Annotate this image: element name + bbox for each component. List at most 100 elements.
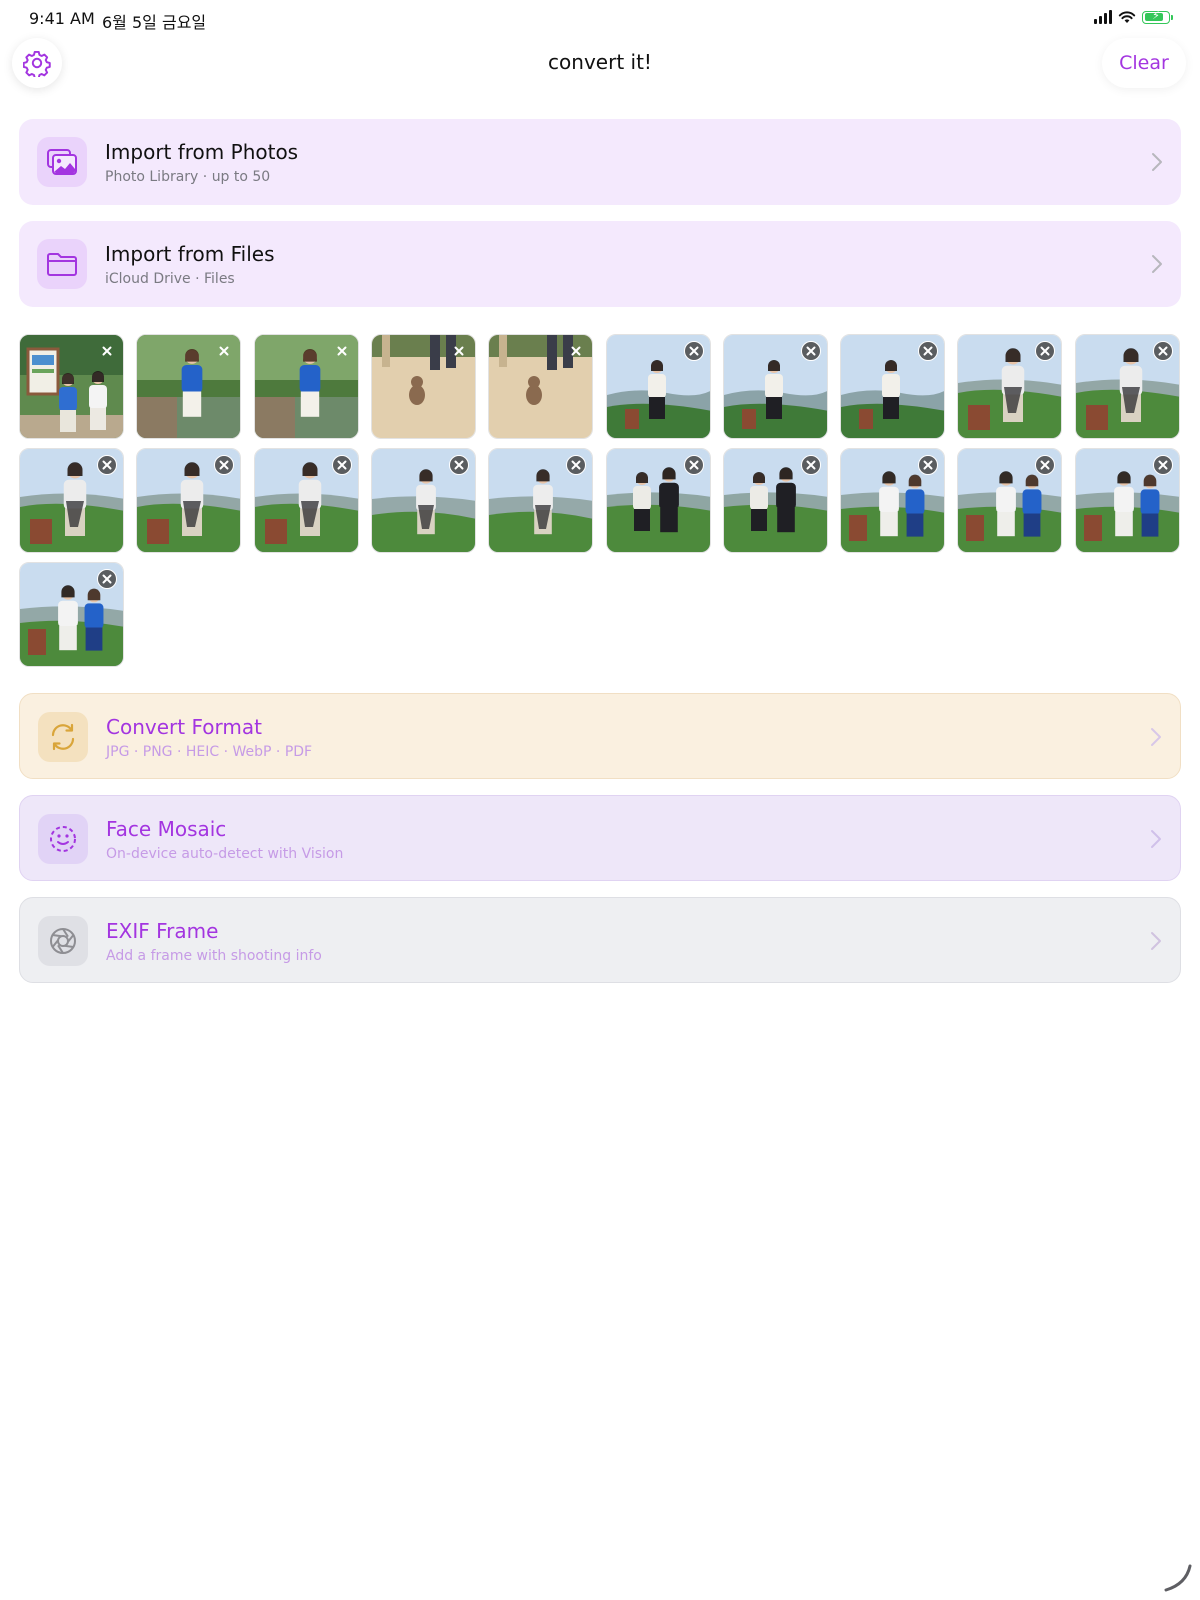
remove-photo-button[interactable] (918, 455, 938, 475)
convert-format-title: Convert Format (106, 715, 262, 739)
chevron-right-icon (1151, 932, 1161, 950)
photo-thumbnail[interactable] (371, 334, 476, 439)
photo-thumbnail[interactable] (840, 334, 945, 439)
remove-photo-button[interactable] (918, 341, 938, 361)
remove-photo-button[interactable] (97, 569, 117, 589)
close-icon (1040, 460, 1050, 470)
remove-photo-button[interactable] (1153, 341, 1173, 361)
face-mosaic-button[interactable]: Face Mosaic On-device auto-detect with V… (19, 795, 1181, 881)
convert-icon-box (38, 712, 88, 762)
photo-thumbnail[interactable] (371, 448, 476, 553)
remove-photo-button[interactable] (449, 341, 469, 361)
app-screen: 9:41 AM 6월 5일 금요일 ⚡ convert it! Clear Im… (0, 0, 1200, 1600)
import-files-subtitle: iCloud Drive · Files (105, 271, 235, 287)
remove-photo-button[interactable] (684, 455, 704, 475)
close-icon (337, 346, 347, 356)
close-icon (689, 346, 699, 356)
close-icon (571, 346, 581, 356)
status-bar: 9:41 AM 6월 5일 금요일 ⚡ (0, 0, 1200, 36)
photo-thumbnail[interactable] (606, 334, 711, 439)
chevron-right-icon (1152, 153, 1162, 171)
photo-grid (19, 334, 1181, 674)
folder-icon (47, 253, 77, 276)
photo-thumbnail[interactable] (19, 448, 124, 553)
close-icon (571, 460, 581, 470)
close-icon (337, 460, 347, 470)
close-icon (1040, 346, 1050, 356)
photos-icon (47, 149, 77, 175)
face-dashed-icon (50, 826, 76, 852)
exif-frame-subtitle: Add a frame with shooting info (106, 948, 322, 964)
photo-thumbnail[interactable] (1075, 334, 1180, 439)
clear-button[interactable]: Clear (1102, 38, 1186, 88)
remove-photo-button[interactable] (332, 455, 352, 475)
remove-photo-button[interactable] (801, 341, 821, 361)
remove-photo-button[interactable] (214, 341, 234, 361)
remove-photo-button[interactable] (684, 341, 704, 361)
close-icon (454, 460, 464, 470)
signal-icon (1094, 10, 1112, 24)
photo-thumbnail[interactable] (488, 334, 593, 439)
face-mosaic-subtitle: On-device auto-detect with Vision (106, 846, 344, 862)
convert-format-subtitle: JPG · PNG · HEIC · WebP · PDF (106, 744, 313, 760)
remove-photo-button[interactable] (566, 341, 586, 361)
photo-thumbnail[interactable] (136, 448, 241, 553)
chevron-right-icon (1151, 830, 1161, 848)
import-from-photos-button[interactable]: Import from Photos Photo Library · up to… (19, 119, 1181, 205)
remove-photo-button[interactable] (97, 455, 117, 475)
status-time: 9:41 AM (29, 9, 95, 28)
photo-thumbnail[interactable] (254, 448, 359, 553)
remove-photo-button[interactable] (1035, 341, 1055, 361)
status-indicators: ⚡ (1094, 9, 1173, 24)
import-photos-title: Import from Photos (105, 140, 299, 164)
close-icon (102, 574, 112, 584)
remove-photo-button[interactable] (97, 341, 117, 361)
convert-arrows-icon (51, 723, 75, 751)
close-icon (806, 460, 816, 470)
photo-thumbnail[interactable] (19, 334, 124, 439)
close-icon (102, 346, 112, 356)
close-icon (219, 346, 229, 356)
photo-thumbnail[interactable] (957, 448, 1062, 553)
photo-thumbnail[interactable] (723, 448, 828, 553)
close-icon (806, 346, 816, 356)
battery-charging-icon: ⚡ (1142, 9, 1173, 24)
close-icon (102, 460, 112, 470)
remove-photo-button[interactable] (1153, 455, 1173, 475)
photo-thumbnail[interactable] (723, 334, 828, 439)
photo-thumbnail[interactable] (606, 448, 711, 553)
status-date: 6월 5일 금요일 (102, 13, 207, 32)
camera-aperture-icon (50, 928, 76, 954)
close-icon (923, 346, 933, 356)
close-icon (923, 460, 933, 470)
photo-thumbnail[interactable] (840, 448, 945, 553)
photo-thumbnail[interactable] (254, 334, 359, 439)
photo-thumbnail[interactable] (19, 562, 124, 667)
wifi-icon (1118, 11, 1136, 23)
photo-thumbnail[interactable] (136, 334, 241, 439)
photo-thumbnail[interactable] (957, 334, 1062, 439)
photo-thumbnail[interactable] (1075, 448, 1180, 553)
import-from-files-button[interactable]: Import from Files iCloud Drive · Files (19, 221, 1181, 307)
import-photos-subtitle: Photo Library · up to 50 (105, 169, 271, 185)
chevron-right-icon (1151, 728, 1161, 746)
face-mosaic-title: Face Mosaic (106, 817, 227, 841)
exif-frame-button[interactable]: EXIF Frame Add a frame with shooting inf… (19, 897, 1181, 983)
remove-photo-button[interactable] (1035, 455, 1055, 475)
import-files-title: Import from Files (105, 242, 275, 266)
remove-photo-button[interactable] (214, 455, 234, 475)
remove-photo-button[interactable] (332, 341, 352, 361)
remove-photo-button[interactable] (449, 455, 469, 475)
convert-format-button[interactable]: Convert Format JPG · PNG · HEIC · WebP ·… (19, 693, 1181, 779)
close-icon (1158, 346, 1168, 356)
folder-icon-box (37, 239, 87, 289)
page-title: convert it! (548, 50, 652, 74)
remove-photo-button[interactable] (801, 455, 821, 475)
close-icon (219, 460, 229, 470)
remove-photo-button[interactable] (566, 455, 586, 475)
exif-frame-title: EXIF Frame (106, 919, 219, 943)
close-icon (1158, 460, 1168, 470)
photo-thumbnail[interactable] (488, 448, 593, 553)
face-icon-box (38, 814, 88, 864)
close-icon (689, 460, 699, 470)
